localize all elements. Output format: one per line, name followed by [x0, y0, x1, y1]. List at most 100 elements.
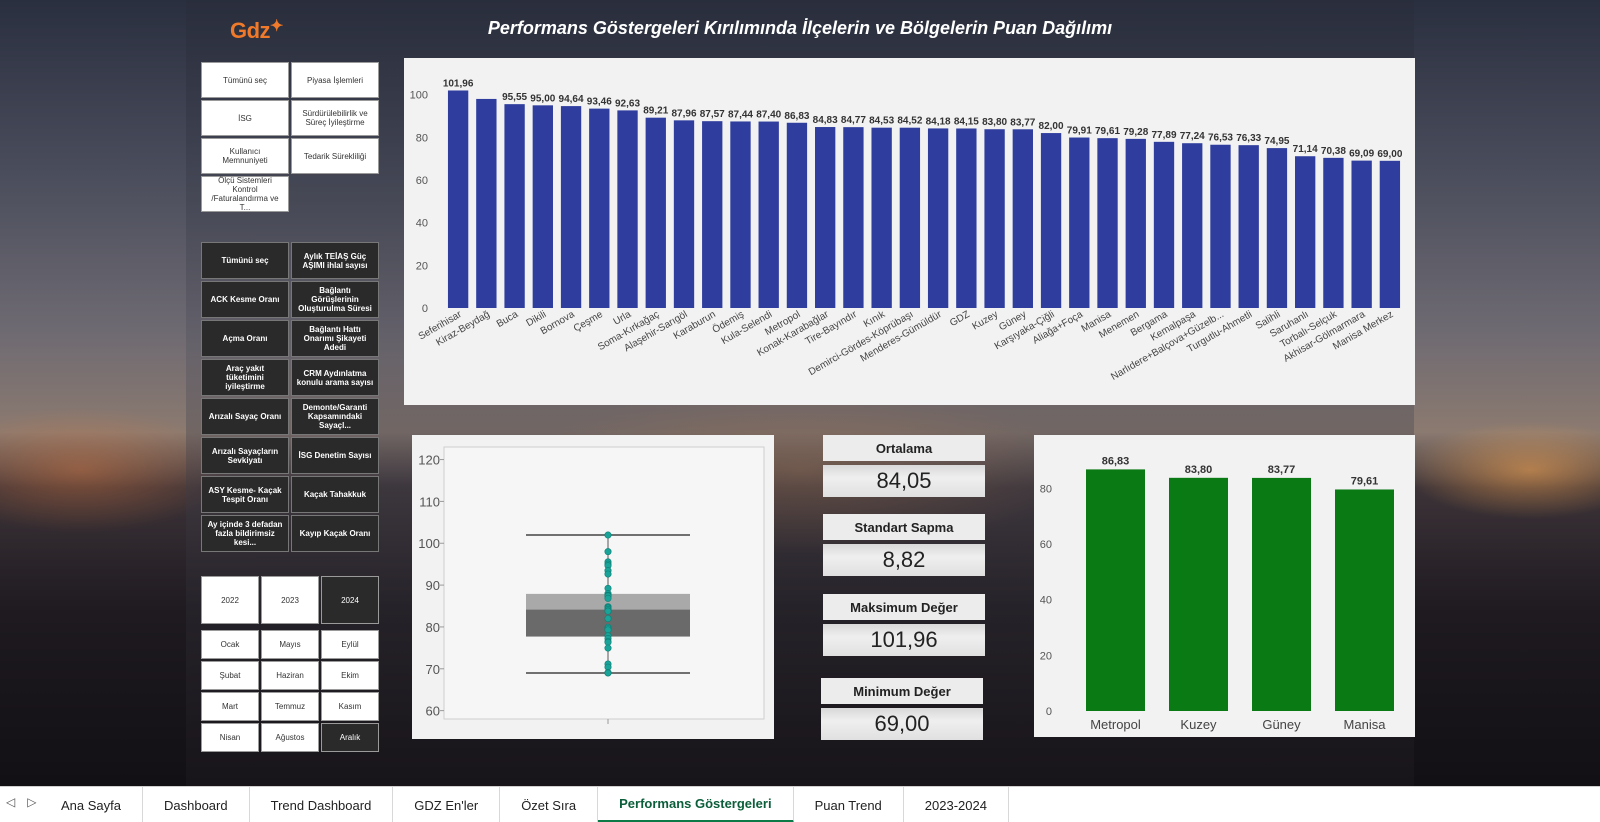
slicer-option-s-rd-r-lebilirlik-ve-s-re-i-yile-tirme[interactable]: Sürdürülebilirlik ve Süreç İyileştirme	[291, 100, 379, 136]
data-label: 84,77	[841, 115, 866, 126]
data-label: 83,80	[982, 117, 1007, 128]
slicer-option-ara-yak-t-t-ketimini-iyile-tirme[interactable]: Araç yakıt tüketimini iyileştirme	[201, 359, 289, 396]
slicer-option-ay-i-inde-3-defadan-fazla-bildirimsiz-kesi[interactable]: Ay içinde 3 defadan fazla bildirimsiz ke…	[201, 515, 289, 552]
bar-saruhanl	[1295, 156, 1316, 308]
data-label: 84,18	[926, 116, 951, 127]
slicer-option-ar-zal-saya-lar-n-sevkiyat[interactable]: Arızalı Sayaçların Sevkiyatı	[201, 437, 289, 474]
slicer-option-kas-m[interactable]: Kasım	[321, 692, 379, 721]
data-label: 95,55	[502, 92, 527, 103]
tab-2023-2024[interactable]: 2023-2024	[904, 787, 1009, 822]
kpi-card-max: Maksimum Değer 101,96	[823, 594, 985, 656]
data-label: 79,91	[1067, 126, 1092, 137]
data-label: 93,46	[587, 97, 612, 108]
data-point	[604, 531, 612, 539]
data-point	[604, 570, 612, 578]
x-tick-label: Kuzey	[971, 309, 1001, 332]
data-label: 77,89	[1151, 130, 1176, 141]
data-label: 69,09	[1349, 149, 1374, 160]
tab-gdz-en-ler[interactable]: GDZ En'ler	[393, 787, 501, 822]
plot-area	[443, 446, 765, 720]
data-label: 82,00	[1039, 121, 1064, 132]
slicer-option-l-sistemleri-kontrol-faturaland-rma-ve-t[interactable]: Ölçü Sistemleri Kontrol /Faturalandırma …	[201, 176, 289, 212]
slicer-option-t-m-n-se[interactable]: Tümünü seç	[201, 62, 289, 98]
data-label: 84,52	[897, 116, 922, 127]
slicer-option-t-m-n-se[interactable]: Tümünü seç	[201, 242, 289, 279]
bar-kemalpa-a	[1182, 143, 1203, 308]
data-label: 74,95	[1264, 136, 1289, 147]
slicer-option-crm-ayd-nlatma-konulu-arama-say-s[interactable]: CRM Aydınlatma konulu arama sayısı	[291, 359, 379, 396]
slicer-option-eyl-l[interactable]: Eylül	[321, 630, 379, 659]
tab-dashboard[interactable]: Dashboard	[143, 787, 250, 822]
tab-scroll-left-icon[interactable]: ◁	[6, 795, 15, 809]
slicer-option-a-ma-oran[interactable]: Açma Oranı	[201, 320, 289, 357]
tab-puan-trend[interactable]: Puan Trend	[794, 787, 904, 822]
data-label: 87,44	[728, 109, 753, 120]
slicer-option-piyasa-i-lemleri[interactable]: Piyasa İşlemleri	[291, 62, 379, 98]
data-point	[604, 594, 612, 602]
slicer-option-ar-zal-saya-oran[interactable]: Arızalı Sayaç Oranı	[201, 398, 289, 435]
slicer-option-haziran[interactable]: Haziran	[261, 661, 319, 690]
page-title: Performans Göstergeleri Kırılımında İlçe…	[487, 18, 1113, 38]
bar-ala-ehir-sar-g-l	[673, 120, 695, 308]
data-label: 79,28	[1123, 127, 1148, 138]
y-tick-label: 80	[416, 132, 428, 144]
region-score-chart: 0 20 40 60 80 86,83 Metropol 83,80 Kuzey 83,77 Gün…	[1034, 435, 1415, 737]
slicer-option-ocak[interactable]: Ocak	[201, 630, 259, 659]
data-label: 69,00	[1377, 149, 1402, 160]
y-tick-label: 110	[419, 494, 440, 509]
slicer-option-ka-ak-tahakkuk[interactable]: Kaçak Tahakkuk	[291, 476, 379, 513]
slicer-option-2022[interactable]: 2022	[201, 576, 259, 624]
x-tick-label: Manisa	[1344, 717, 1387, 732]
tab-ana-sayfa[interactable]: Ana Sayfa	[40, 787, 143, 822]
x-tick-label: Kuzey	[1180, 717, 1217, 732]
slicer-option-2024[interactable]: 2024	[321, 576, 379, 624]
slicer-option-demonte-garanti-kapsam-ndaki-saya-l[interactable]: Demonte/Garanti Kapsamındaki Sayaçl...	[291, 398, 379, 435]
bar-karaburun	[702, 121, 723, 309]
tab-trend-dashboard[interactable]: Trend Dashboard	[250, 787, 394, 822]
y-tick-label: 80	[426, 620, 440, 635]
slicer-option-a-ustos[interactable]: Ağustos	[261, 723, 319, 752]
slicer-option-ubat[interactable]: Şubat	[201, 661, 259, 690]
tab-zet-s-ra[interactable]: Özet Sıra	[500, 787, 599, 822]
data-point	[604, 615, 612, 623]
slicer-option-ayl-k-tei-a-g-a-imi-ihlal-say-s[interactable]: Aylık TEİAŞ Güç AŞIMI ihlal sayısı	[291, 242, 379, 279]
slicer-option-may-s[interactable]: Mayıs	[261, 630, 319, 659]
y-tick-label: 20	[416, 260, 428, 272]
slicer-option-ba-lant-g-r-lerinin-olu-turulma-s-resi[interactable]: Bağlantı Görüşlerinin Oluşturulma Süresi	[291, 281, 379, 318]
y-tick-label: 100	[418, 536, 440, 551]
slicer-option-ack-kesme-oran[interactable]: ACK Kesme Oranı	[201, 281, 289, 318]
year-slicer: 2022 2023 2024	[201, 576, 379, 624]
data-label: 79,61	[1351, 475, 1379, 487]
slicer-option-kullan-c-memnuniyeti[interactable]: Kullanıcı Memnuniyeti	[201, 138, 289, 174]
sheet-tabs: Ana Sayfa Dashboard Trend Dashboard GDZ En'…	[40, 787, 1012, 822]
bar-demi	[730, 121, 751, 308]
bar-metropol	[1086, 469, 1145, 711]
kpi-label: Ortalama	[823, 435, 985, 461]
data-point	[604, 644, 612, 652]
bar-kar-yaka-i-li	[1040, 133, 1062, 308]
slicer-option-mart[interactable]: Mart	[201, 692, 259, 721]
slicer-option-tedarik-s-reklili-i[interactable]: Tedarik Sürekliliği	[291, 138, 379, 174]
data-label: 86,83	[1102, 455, 1130, 467]
slicer-option-kay-p-ka-ak-oran[interactable]: Kayıp Kaçak Oranı	[291, 515, 379, 552]
slicer-option-asy-kesme-ka-ak-tespit-oran[interactable]: ASY Kesme- Kaçak Tespit Oranı	[201, 476, 289, 513]
data-label: 77,24	[1180, 131, 1205, 142]
district-score-chart-svg: 020406080100101,96SeferihisarKiraz-Beyda…	[410, 78, 1403, 382]
data-label: 83,77	[1010, 117, 1035, 128]
slicer-option-2023[interactable]: 2023	[261, 576, 319, 624]
data-label: 87,57	[700, 109, 725, 120]
slicer-option-ekim[interactable]: Ekim	[321, 661, 379, 690]
slicer-option-temmuz[interactable]: Temmuz	[261, 692, 319, 721]
data-label: 84,83	[813, 115, 838, 126]
slicer-option-aral-k[interactable]: Aralık	[321, 723, 379, 752]
data-point	[604, 548, 612, 556]
kpi-card-average: Ortalama 84,05	[823, 435, 985, 497]
slicer-option-nisan[interactable]: Nisan	[201, 723, 259, 752]
tab-performans-g-stergeleri[interactable]: Performans Göstergeleri	[598, 787, 794, 822]
tab-scroll-right-icon[interactable]: ▷	[27, 795, 36, 809]
slicer-option-i-sg-denetim-say-s[interactable]: İSG Denetim Sayısı	[291, 437, 379, 474]
slicer-option-ba-lant-hatt-onar-m-ikayeti-adedi[interactable]: Bağlantı Hattı Onarımı Şikayeti Adedi	[291, 320, 379, 357]
slicer-option-i-sg[interactable]: İSG	[201, 100, 289, 136]
bar-akhisar-g-lmarmara	[1351, 160, 1372, 308]
tab-veri-gi[interactable]: Veri Gi	[1009, 787, 1012, 822]
